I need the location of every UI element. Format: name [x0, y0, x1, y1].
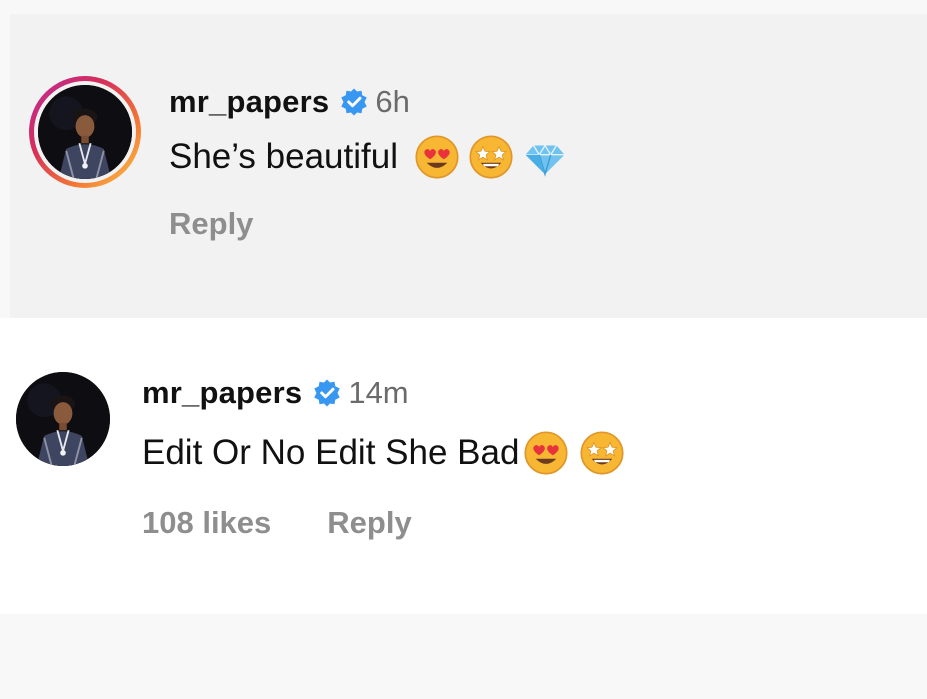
verified-badge-icon	[339, 87, 369, 117]
timestamp: 14m	[348, 375, 409, 410]
avatar[interactable]	[38, 85, 132, 179]
timestamp: 6h	[375, 84, 410, 119]
reply-button[interactable]: Reply	[169, 206, 253, 242]
comment-header: mr_papers 14m	[142, 375, 409, 411]
comment-text: She’s beautiful	[169, 137, 398, 176]
reply-button[interactable]: Reply	[327, 505, 411, 541]
heart-eyes-emoji-icon	[523, 430, 569, 476]
username[interactable]: mr_papers	[169, 84, 329, 120]
likes-count[interactable]: 108 likes	[142, 505, 271, 541]
footer-area	[0, 614, 927, 699]
comment-text: Edit Or No Edit She Bad	[142, 433, 520, 472]
story-ring[interactable]	[29, 76, 141, 188]
gem-stone-emoji-icon	[522, 134, 568, 180]
star-struck-emoji-icon	[468, 134, 514, 180]
username[interactable]: mr_papers	[142, 375, 302, 411]
comment-highlighted: mr_papers 6h She’s beautiful Reply	[10, 14, 927, 318]
comment-body: She’s beautiful	[169, 134, 568, 180]
heart-eyes-emoji-icon	[414, 134, 460, 180]
comments-screen: mr_papers 6h She’s beautiful Reply mr_pa…	[0, 0, 927, 699]
comment-actions: Reply	[169, 206, 253, 242]
avatar-image-icon	[16, 372, 110, 466]
avatar-image-icon	[38, 85, 132, 179]
avatar[interactable]	[16, 372, 110, 466]
comment-body: Edit Or No Edit She Bad	[142, 430, 625, 476]
comment-header: mr_papers 6h	[169, 84, 410, 120]
comment: mr_papers 14m Edit Or No Edit She Bad 10…	[0, 318, 927, 614]
verified-badge-icon	[312, 378, 342, 408]
comment-actions: 108 likes Reply	[142, 505, 412, 541]
star-struck-emoji-icon	[579, 430, 625, 476]
